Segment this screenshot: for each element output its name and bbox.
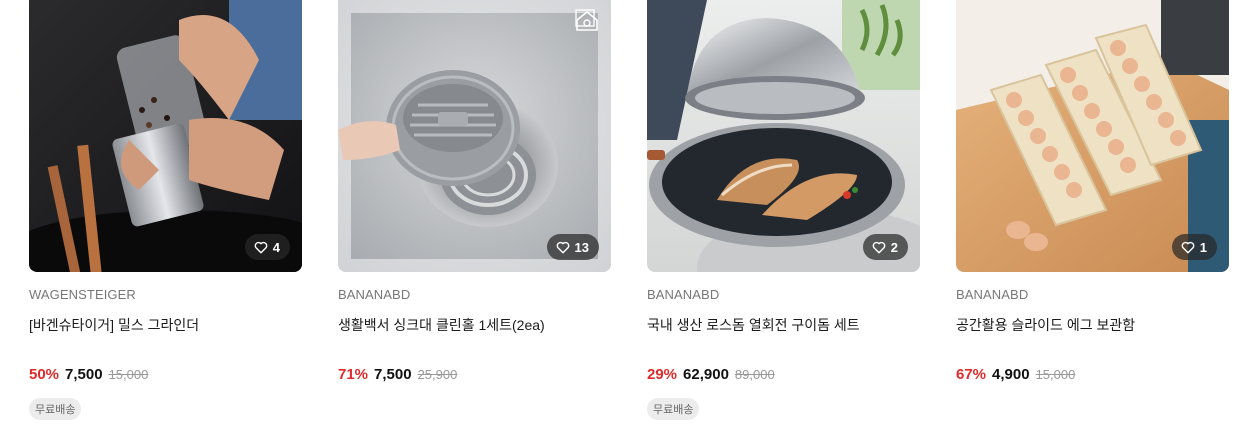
price-row: 29% 62,900 89,000 (647, 366, 920, 386)
product-card[interactable]: 2 BANANABD 국내 생산 로스돔 열회전 구이돔 세트 29% 62,9… (647, 0, 920, 432)
like-count: 1 (1199, 239, 1207, 255)
original-price: 25,900 (417, 367, 458, 382)
price-row: 67% 4,900 15,000 (956, 366, 1229, 386)
sale-price: 4,900 (992, 366, 1030, 383)
product-card[interactable]: 4 WAGENSTEIGER [바겐슈타이거] 밀스 그라인더 50% 7,50… (29, 0, 302, 432)
product-image[interactable]: 4 (29, 0, 302, 272)
sale-price: 7,500 (65, 366, 103, 383)
discount-rate: 67% (956, 366, 987, 383)
like-count: 4 (272, 239, 280, 255)
like-button[interactable]: 2 (862, 234, 908, 260)
product-brand[interactable]: BANANABD (647, 287, 920, 303)
heart-outline-icon (254, 241, 268, 253)
product-title[interactable]: [바겐슈타이거] 밀스 그라인더 (29, 315, 302, 333)
heart-outline-icon (556, 241, 569, 253)
free-shipping-badge: 무료배송 (647, 398, 700, 420)
like-button[interactable]: 1 (1171, 234, 1217, 260)
sale-price: 62,900 (683, 366, 729, 383)
discount-rate: 50% (29, 366, 60, 383)
product-card[interactable]: 1 BANANABD 공간활용 슬라이드 에그 보관함 67% 4,900 15… (956, 0, 1229, 432)
price-row: 50% 7,500 15,000 (29, 366, 302, 386)
sink-drain-strainer-photo (338, 0, 611, 272)
discount-rate: 71% (338, 366, 369, 383)
product-brand[interactable]: BANANABD (338, 287, 611, 303)
product-title[interactable]: 생활백서 싱크대 클린홀 1세트(2ea) (338, 315, 611, 333)
like-button[interactable]: 4 (244, 234, 290, 260)
product-brand[interactable]: BANANABD (956, 287, 1229, 303)
like-button[interactable]: 13 (546, 234, 599, 260)
product-card[interactable]: 13 BANANABD 생활백서 싱크대 클린홀 1세트(2ea) 71% 7,… (338, 0, 611, 432)
product-image[interactable]: 13 (338, 0, 611, 272)
product-grid: 4 WAGENSTEIGER [바겐슈타이거] 밀스 그라인더 50% 7,50… (0, 0, 1234, 432)
free-shipping-badge: 무료배송 (29, 398, 82, 420)
product-image[interactable]: 2 (647, 0, 920, 272)
product-image[interactable]: 1 (956, 0, 1229, 272)
product-title[interactable]: 국내 생산 로스돔 열회전 구이돔 세트 (647, 315, 920, 333)
brand-logo-icon (576, 10, 598, 31)
product-brand[interactable]: WAGENSTEIGER (29, 287, 302, 303)
sale-price: 7,500 (374, 366, 412, 383)
egg-storage-rack-photo (956, 0, 1229, 272)
heart-outline-icon (872, 241, 886, 253)
product-title[interactable]: 공간활용 슬라이드 에그 보관함 (956, 315, 1229, 333)
grill-pan-dome-photo (647, 0, 920, 272)
price-row: 71% 7,500 25,900 (338, 366, 611, 386)
original-price: 15,000 (108, 367, 149, 382)
heart-outline-icon (1181, 241, 1195, 253)
original-price: 15,000 (1035, 367, 1076, 382)
original-price: 89,000 (734, 367, 775, 382)
discount-rate: 29% (647, 366, 678, 383)
pepper-grinder-photo (29, 0, 302, 272)
like-count: 13 (574, 239, 589, 255)
like-count: 2 (890, 239, 898, 255)
